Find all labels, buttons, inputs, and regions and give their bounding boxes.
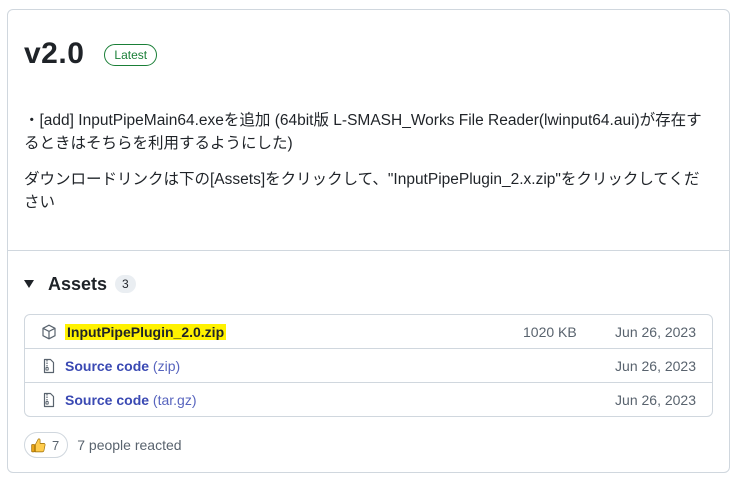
release-card: v2.0 Latest ・[add] InputPipeMain64.exeを追… <box>7 9 730 473</box>
reaction-count: 7 <box>52 437 60 453</box>
asset-source-label: Source code <box>65 391 150 408</box>
asset-row: InputPipePlugin_2.0.zip 1020 KB Jun 26, … <box>25 315 712 348</box>
assets-toggle[interactable]: Assets 3 <box>24 273 136 295</box>
asset-date: Jun 26, 2023 <box>615 357 696 374</box>
assets-title: Assets <box>48 274 108 294</box>
thumbs-up-icon <box>31 437 46 452</box>
release-note-line: ダウンロードリンクは下の[Assets]をクリックして、"InputPipePl… <box>24 171 700 211</box>
asset-row: Source code (zip) Jun 26, 2023 <box>25 348 712 382</box>
asset-date: Jun 26, 2023 <box>615 323 696 340</box>
asset-size: 1020 KB <box>523 323 577 340</box>
file-zip-icon <box>43 392 55 408</box>
asset-source-suffix: (tar.gz) <box>152 391 197 408</box>
asset-link-source-targz[interactable]: Source code (tar.gz) <box>65 392 197 408</box>
asset-link-plugin-zip[interactable]: InputPipePlugin_2.0.zip <box>65 323 227 340</box>
release-version-title[interactable]: v2.0 <box>24 36 84 72</box>
package-icon <box>42 324 56 340</box>
assets-count-badge: 3 <box>115 275 136 293</box>
release-note-line: ・[add] InputPipeMain64.exeを追加 (64bit版 L-… <box>24 112 702 152</box>
assets-list: InputPipePlugin_2.0.zip 1020 KB Jun 26, … <box>24 314 713 417</box>
asset-date: Jun 26, 2023 <box>615 391 696 408</box>
section-divider <box>8 250 729 251</box>
latest-badge: Latest <box>104 44 158 66</box>
asset-source-suffix: (zip) <box>152 357 181 374</box>
caret-down-icon <box>24 280 34 288</box>
release-notes: ・[add] InputPipeMain64.exeを追加 (64bit版 L-… <box>24 109 714 227</box>
asset-row: Source code (tar.gz) Jun 26, 2023 <box>25 382 712 416</box>
release-header: v2.0 Latest <box>24 36 158 72</box>
asset-filename: InputPipePlugin_2.0.zip <box>65 323 227 340</box>
asset-link-source-zip[interactable]: Source code (zip) <box>65 358 180 374</box>
reactions-bar: 7 7 people reacted <box>24 432 182 458</box>
asset-source-label: Source code <box>65 357 150 374</box>
reaction-thumbs-up-button[interactable]: 7 <box>24 432 69 458</box>
file-zip-icon <box>43 358 55 374</box>
reactions-summary: 7 people reacted <box>77 437 182 453</box>
